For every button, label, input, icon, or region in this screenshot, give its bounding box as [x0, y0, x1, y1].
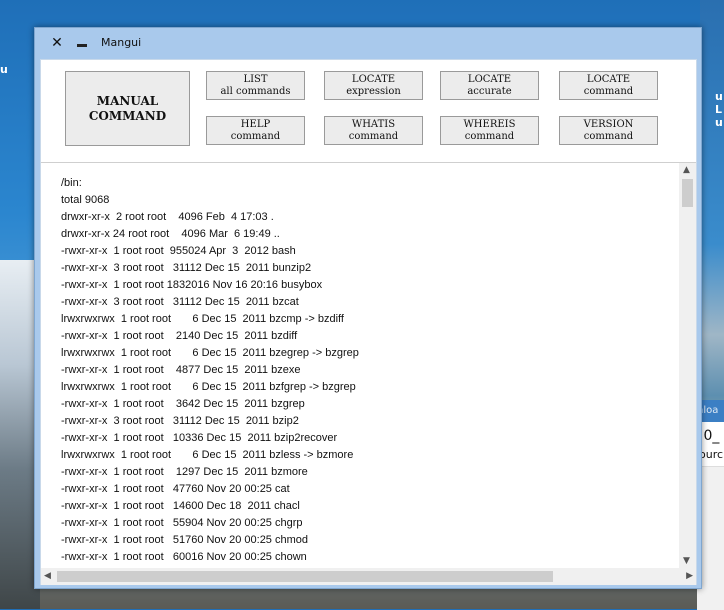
- output-line: -rwxr-xr-x 3 root root 31112 Dec 15 2011…: [61, 415, 299, 427]
- button-label-line2: accurate: [467, 85, 512, 97]
- version-command-button[interactable]: VERSION command: [559, 116, 658, 145]
- help-command-button[interactable]: HELP command: [206, 116, 305, 145]
- locate-expression-button[interactable]: LOCATE expression: [324, 71, 423, 100]
- desktop-text-right-line: u: [715, 90, 723, 103]
- manual-command-label: MANUAL COMMAND: [88, 93, 167, 123]
- button-label-line1: WHATIS: [351, 118, 396, 130]
- button-label-line2: command: [230, 130, 281, 142]
- output-line: lrwxrwxrwx 1 root root 6 Dec 15 2011 bzc…: [61, 313, 344, 325]
- output-line: -rwxr-xr-x 1 root root 4877 Dec 15 2011 …: [61, 364, 301, 376]
- output-line: /bin:: [61, 177, 82, 189]
- button-label-line1: LIST: [243, 73, 268, 85]
- button-label-line1: VERSION: [583, 118, 634, 130]
- locate-accurate-button[interactable]: LOCATE accurate: [440, 71, 539, 100]
- button-label-line2: command: [583, 85, 634, 97]
- output-line: -rwxr-xr-x 1 root root 1832016 Nov 16 20…: [61, 279, 323, 291]
- scroll-left-icon[interactable]: ◀: [44, 571, 51, 581]
- output-line: -rwxr-xr-x 1 root root 14600 Dec 18 2011…: [61, 500, 300, 512]
- output-line: lrwxrwxrwx 1 root root 6 Dec 15 2011 bzf…: [61, 381, 356, 393]
- output-text-area[interactable]: /bin: total 9068 drwxr-xr-x 2 root root 40…: [41, 162, 696, 585]
- output-text: /bin: total 9068 drwxr-xr-x 2 root root 40…: [61, 175, 671, 561]
- background-panel-text: .0_: [699, 428, 720, 444]
- horizontal-scroll-thumb[interactable]: [57, 571, 553, 582]
- whatis-command-button[interactable]: WHATIS command: [324, 116, 423, 145]
- list-all-commands-button[interactable]: LIST all commands: [206, 71, 305, 100]
- vertical-scroll-thumb[interactable]: [682, 179, 693, 207]
- output-line: -rwxr-xr-x 1 root root 47760 Nov 20 00:2…: [61, 483, 290, 495]
- window-title: Mangui: [101, 36, 142, 49]
- whereis-command-button[interactable]: WHEREIS command: [440, 116, 539, 145]
- button-label-line2: all commands: [220, 85, 291, 97]
- desktop-text-right: u L u: [715, 90, 723, 129]
- button-label-line2: command: [464, 130, 515, 142]
- button-label-line1: LOCATE: [351, 73, 396, 85]
- window-content: MANUAL COMMAND LIST all commands LOCATE …: [40, 59, 697, 585]
- scroll-right-icon[interactable]: ▶: [686, 571, 693, 581]
- button-label-line1: WHEREIS: [463, 118, 516, 130]
- desktop-text-left: u: [0, 63, 8, 76]
- button-label-line1: HELP: [240, 118, 271, 130]
- output-line: -rwxr-xr-x 1 root root 10336 Dec 15 2011…: [61, 432, 338, 444]
- output-line: drwxr-xr-x 24 root root 4096 Mar 6 19:49…: [61, 228, 280, 240]
- mangui-window: ✕ Mangui MANUAL COMMAND LIST all command…: [34, 27, 702, 589]
- output-line: -rwxr-xr-x 1 root root 2140 Dec 15 2011 …: [61, 330, 298, 342]
- desktop-text-right-line: L: [715, 103, 723, 116]
- output-line: -rwxr-xr-x 1 root root 1297 Dec 15 2011 …: [61, 466, 308, 478]
- close-icon[interactable]: ✕: [49, 35, 65, 51]
- horizontal-scrollbar[interactable]: ◀ ▶: [41, 568, 696, 585]
- output-line: drwxr-xr-x 2 root root 4096 Feb 4 17:03 …: [61, 211, 274, 223]
- output-line: lrwxrwxrwx 1 root root 6 Dec 15 2011 bzl…: [61, 449, 354, 461]
- button-label-line1: LOCATE: [467, 73, 512, 85]
- button-label-line2: command: [348, 130, 399, 142]
- output-line: -rwxr-xr-x 1 root root 60016 Nov 20 00:2…: [61, 551, 307, 561]
- output-line: -rwxr-xr-x 1 root root 55904 Nov 20 00:2…: [61, 517, 303, 529]
- desktop-text-right-line: u: [715, 116, 723, 129]
- output-line: -rwxr-xr-x 3 root root 31112 Dec 15 2011…: [61, 296, 299, 308]
- scroll-up-icon[interactable]: ▲: [683, 165, 690, 175]
- output-line: lrwxrwxrwx 1 root root 6 Dec 15 2011 bze…: [61, 347, 359, 359]
- button-label-line2: command: [583, 130, 634, 142]
- output-line: total 9068: [61, 194, 110, 206]
- background-panel-subtext: ourc: [699, 448, 724, 461]
- output-line: -rwxr-xr-x 1 root root 955024 Apr 3 2012…: [61, 245, 296, 257]
- manual-command-button[interactable]: MANUAL COMMAND: [65, 71, 190, 146]
- vertical-scrollbar[interactable]: ▲ ▼: [679, 163, 696, 568]
- button-label-line2: expression: [346, 85, 401, 97]
- output-line: -rwxr-xr-x 3 root root 31112 Dec 15 2011…: [61, 262, 312, 274]
- locate-command-button[interactable]: LOCATE command: [559, 71, 658, 100]
- output-line: -rwxr-xr-x 1 root root 51760 Nov 20 00:2…: [61, 534, 308, 546]
- scroll-down-icon[interactable]: ▼: [683, 556, 690, 566]
- minimize-icon[interactable]: [75, 35, 91, 51]
- output-line: -rwxr-xr-x 1 root root 3642 Dec 15 2011 …: [61, 398, 305, 410]
- button-label-line1: LOCATE: [586, 73, 631, 85]
- title-bar[interactable]: ✕ Mangui: [35, 28, 701, 59]
